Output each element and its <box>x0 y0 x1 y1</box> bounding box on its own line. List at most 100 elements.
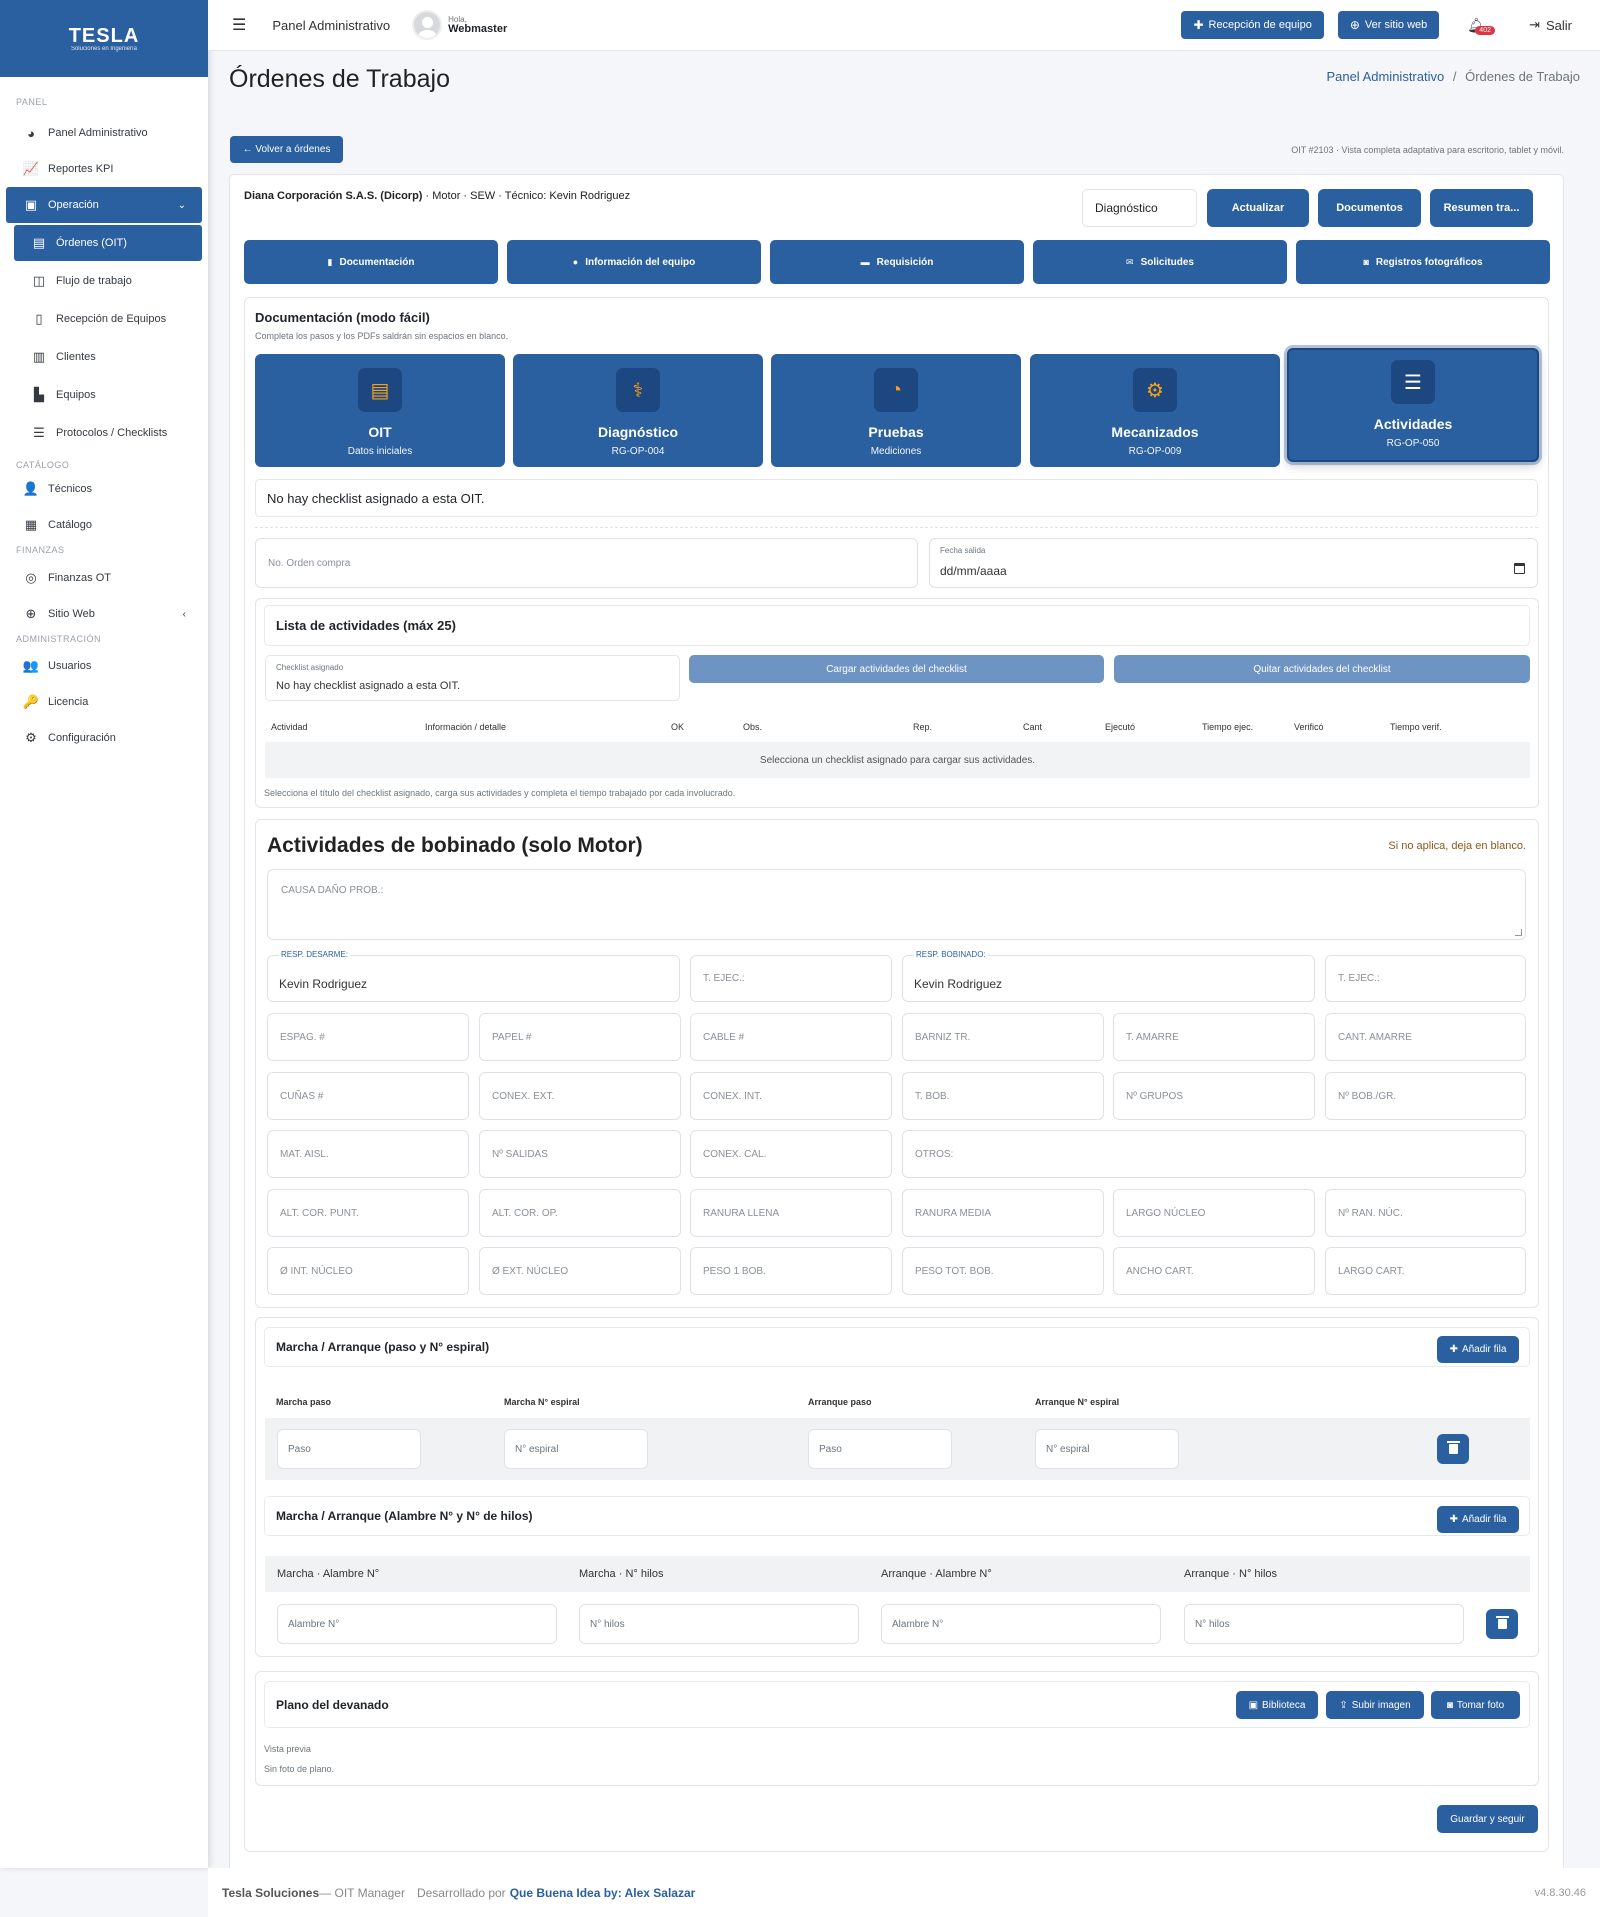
hamburger-icon[interactable]: ☰ <box>232 15 246 35</box>
breadcrumb-link-panel[interactable]: Panel Administrativo <box>1326 69 1444 84</box>
actualizar-button[interactable]: Actualizar <box>1207 189 1309 227</box>
avatar[interactable] <box>412 10 443 40</box>
bobinado-field[interactable]: Ø EXT. NÚCLEO <box>479 1247 681 1295</box>
sidebar-item-flujo[interactable]: ◫ Flujo de trabajo <box>0 261 208 300</box>
bobinado-field[interactable]: PESO 1 BOB. <box>690 1247 892 1295</box>
add-row-button[interactable]: ✚ Añadir fila <box>1437 1506 1519 1533</box>
bobinado-field[interactable]: Nº SALIDAS <box>479 1130 681 1178</box>
marcha-paso-input[interactable]: Paso <box>277 1429 421 1469</box>
tab-solicitudes[interactable]: ✉ Solicitudes <box>1033 240 1287 284</box>
bobinado-field[interactable]: LARGO NÚCLEO <box>1113 1189 1315 1237</box>
remove-checklist-button[interactable]: Quitar actividades del checklist <box>1114 655 1530 683</box>
biblioteca-button[interactable]: ▣ Biblioteca <box>1236 1691 1318 1719</box>
step-diagnostico[interactable]: ⚕ Diagnóstico RG-OP-004 <box>513 354 763 467</box>
key-icon: 🔑 <box>22 694 40 709</box>
bobinado-field[interactable]: ANCHO CART. <box>1113 1247 1315 1295</box>
step-oit[interactable]: ▤ OIT Datos iniciales <box>255 354 505 467</box>
arranque-alambre-input[interactable]: Alambre N° <box>881 1604 1161 1644</box>
save-continue-button[interactable]: Guardar y seguir <box>1437 1805 1538 1833</box>
recepcion-equipo-button[interactable]: ✚ Recepción de equipo <box>1181 11 1324 39</box>
sidebar-item-sitio-web[interactable]: ⊕ Sitio Web ‹ <box>0 596 208 632</box>
column-header: Arranque · Alambre N° <box>881 1568 992 1580</box>
marcha-hilos-input[interactable]: N° hilos <box>579 1604 859 1644</box>
sidebar-item-protocolos[interactable]: ☰ Protocolos / Checklists <box>0 414 208 452</box>
bobinado-field[interactable]: CUÑAS # <box>267 1072 469 1120</box>
step-mecanizados[interactable]: ⚙ Mecanizados RG-OP-009 <box>1030 354 1280 467</box>
sidebar-item-finanzas-ot[interactable]: ◎ Finanzas OT <box>0 559 208 596</box>
sidebar-item-clientes[interactable]: ▥ Clientes <box>0 338 208 376</box>
bobinado-field[interactable]: Ø INT. NÚCLEO <box>267 1247 469 1295</box>
bobinado-field[interactable]: ESPAG. # <box>267 1013 469 1061</box>
subir-imagen-button[interactable]: ⇪ Subir imagen <box>1326 1691 1424 1719</box>
bobinado-field[interactable]: T. AMARRE <box>1113 1013 1315 1061</box>
t-ejec-desarme-input[interactable]: T. EJEC.: <box>690 955 892 1002</box>
step-pruebas[interactable]: ◔ Pruebas Mediciones <box>771 354 1021 467</box>
sidebar-item-panel-administrativo[interactable]: ◕ Panel Administrativo <box>0 115 208 151</box>
bobinado-field[interactable]: BARNIZ TR. <box>902 1013 1104 1061</box>
causa-dano-textarea[interactable]: CAUSA DAÑO PROB.: <box>267 869 1526 940</box>
tomar-foto-button[interactable]: ◙ Tomar foto <box>1431 1691 1520 1719</box>
checklist-select[interactable]: Checklist asignado No hay checklist asig… <box>265 655 680 701</box>
bobinado-field[interactable]: Nº RAN. NÚC. <box>1325 1189 1526 1237</box>
bobinado-field[interactable]: ALT. COR. OP. <box>479 1189 681 1237</box>
sidebar-item-catalogo[interactable]: ▦ Catálogo <box>0 507 208 543</box>
marcha-espiral-input[interactable]: N° espiral <box>504 1429 648 1469</box>
brand-logo[interactable]: TESLA Soluciones en Ingeniería <box>0 0 208 77</box>
sidebar-item-licencia[interactable]: 🔑 Licencia <box>0 684 208 720</box>
sidebar-item-reportes-kpi[interactable]: 📈 Reportes KPI <box>0 151 208 187</box>
resp-bobinado-input[interactable]: RESP. BOBINADO: Kevin Rodriguez <box>902 950 1315 1002</box>
step-actividades[interactable]: ☰ Actividades RG-OP-050 <box>1287 348 1539 462</box>
user-greeting[interactable]: Hola, Webmaster <box>448 15 507 35</box>
bobinado-field[interactable]: CANT. AMARRE <box>1325 1013 1526 1061</box>
bobinado-field[interactable]: LARGO CART. <box>1325 1247 1526 1295</box>
logout-button[interactable]: ⇥ Salir <box>1529 17 1572 33</box>
add-row-button[interactable]: ✚ Añadir fila <box>1437 1336 1519 1363</box>
bobinado-field[interactable]: Nº BOB./GR. <box>1325 1072 1526 1120</box>
tab-documentacion[interactable]: ▮ Documentación <box>244 240 498 284</box>
topbar-panel-link[interactable]: Panel Administrativo <box>272 18 390 33</box>
resp-desarme-input[interactable]: RESP. DESARME: Kevin Rodriguez <box>267 950 680 1002</box>
bobinado-field[interactable]: CONEX. INT. <box>690 1072 892 1120</box>
calendar-icon[interactable] <box>1514 563 1525 574</box>
tab-registros-fotograficos[interactable]: ◙ Registros fotográficos <box>1296 240 1550 284</box>
sidebar-item-equipos[interactable]: ▙ Equipos <box>0 376 208 414</box>
arranque-espiral-input[interactable]: N° espiral <box>1035 1429 1179 1469</box>
notifications-bell[interactable]: 🔔︎ 402 <box>1467 17 1495 35</box>
bobinado-field[interactable]: CONEX. CAL. <box>690 1130 892 1178</box>
bobinado-field[interactable]: PAPEL # <box>479 1013 681 1061</box>
bobinado-field[interactable]: T. BOB. <box>902 1072 1104 1120</box>
back-to-orders-button[interactable]: ← Volver a órdenes <box>230 136 343 163</box>
bobinado-field[interactable]: RANURA MEDIA <box>902 1189 1104 1237</box>
arranque-hilos-input[interactable]: N° hilos <box>1184 1604 1464 1644</box>
bobinado-field[interactable]: CABLE # <box>690 1013 892 1061</box>
order-status-select[interactable]: Diagnóstico <box>1082 189 1197 227</box>
bobinado-field[interactable]: ALT. COR. PUNT. <box>267 1189 469 1237</box>
sidebar-item-operacion[interactable]: ▣ Operación ⌄ <box>6 187 202 223</box>
arranque-paso-input[interactable]: Paso <box>808 1429 952 1469</box>
delete-row-button[interactable] <box>1486 1609 1518 1639</box>
bobinado-field[interactable]: MAT. AISL. <box>267 1130 469 1178</box>
ver-sitio-web-button[interactable]: ⊕ Ver sitio web <box>1337 11 1440 39</box>
sidebar-item-tecnicos[interactable]: 👤 Técnicos <box>0 470 208 507</box>
bobinado-field[interactable]: PESO TOT. BOB. <box>902 1247 1104 1295</box>
documentos-button[interactable]: Documentos <box>1318 189 1421 227</box>
sidebar-item-configuracion[interactable]: ⚙ Configuración <box>0 720 208 756</box>
resumen-button[interactable]: Resumen tra... <box>1430 189 1533 227</box>
bobinado-field[interactable]: RANURA LLENA <box>690 1189 892 1237</box>
sidebar-item-recepcion[interactable]: ▯ Recepción de Equipos <box>0 300 208 338</box>
otros-field[interactable]: OTROS: <box>902 1130 1526 1178</box>
purchase-order-input[interactable]: No. Orden compra <box>255 538 918 588</box>
load-checklist-button[interactable]: Cargar actividades del checklist <box>689 655 1104 683</box>
tab-requisicion[interactable]: ▬ Requisición <box>770 240 1024 284</box>
resize-grip-icon[interactable] <box>1515 929 1522 936</box>
delete-row-button[interactable] <box>1437 1434 1469 1464</box>
sidebar-item-ordenes[interactable]: ▤ Órdenes (OIT) <box>14 225 202 261</box>
sidebar-item-usuarios[interactable]: 👥 Usuarios <box>0 648 208 684</box>
marcha-alambre-input[interactable]: Alambre N° <box>277 1604 557 1644</box>
bobinado-field[interactable]: Nº GRUPOS <box>1113 1072 1315 1120</box>
fecha-salida-input[interactable]: Fecha salida dd/mm/aaaa <box>929 538 1538 588</box>
bobinado-field[interactable]: CONEX. EXT. <box>479 1072 681 1120</box>
footer-dev-link[interactable]: Que Buena Idea by: Alex Salazar <box>510 1886 696 1900</box>
t-ejec-bobinado-input[interactable]: T. EJEC.: <box>1325 955 1526 1002</box>
tab-informacion-equipo[interactable]: ● Información del equipo <box>507 240 761 284</box>
